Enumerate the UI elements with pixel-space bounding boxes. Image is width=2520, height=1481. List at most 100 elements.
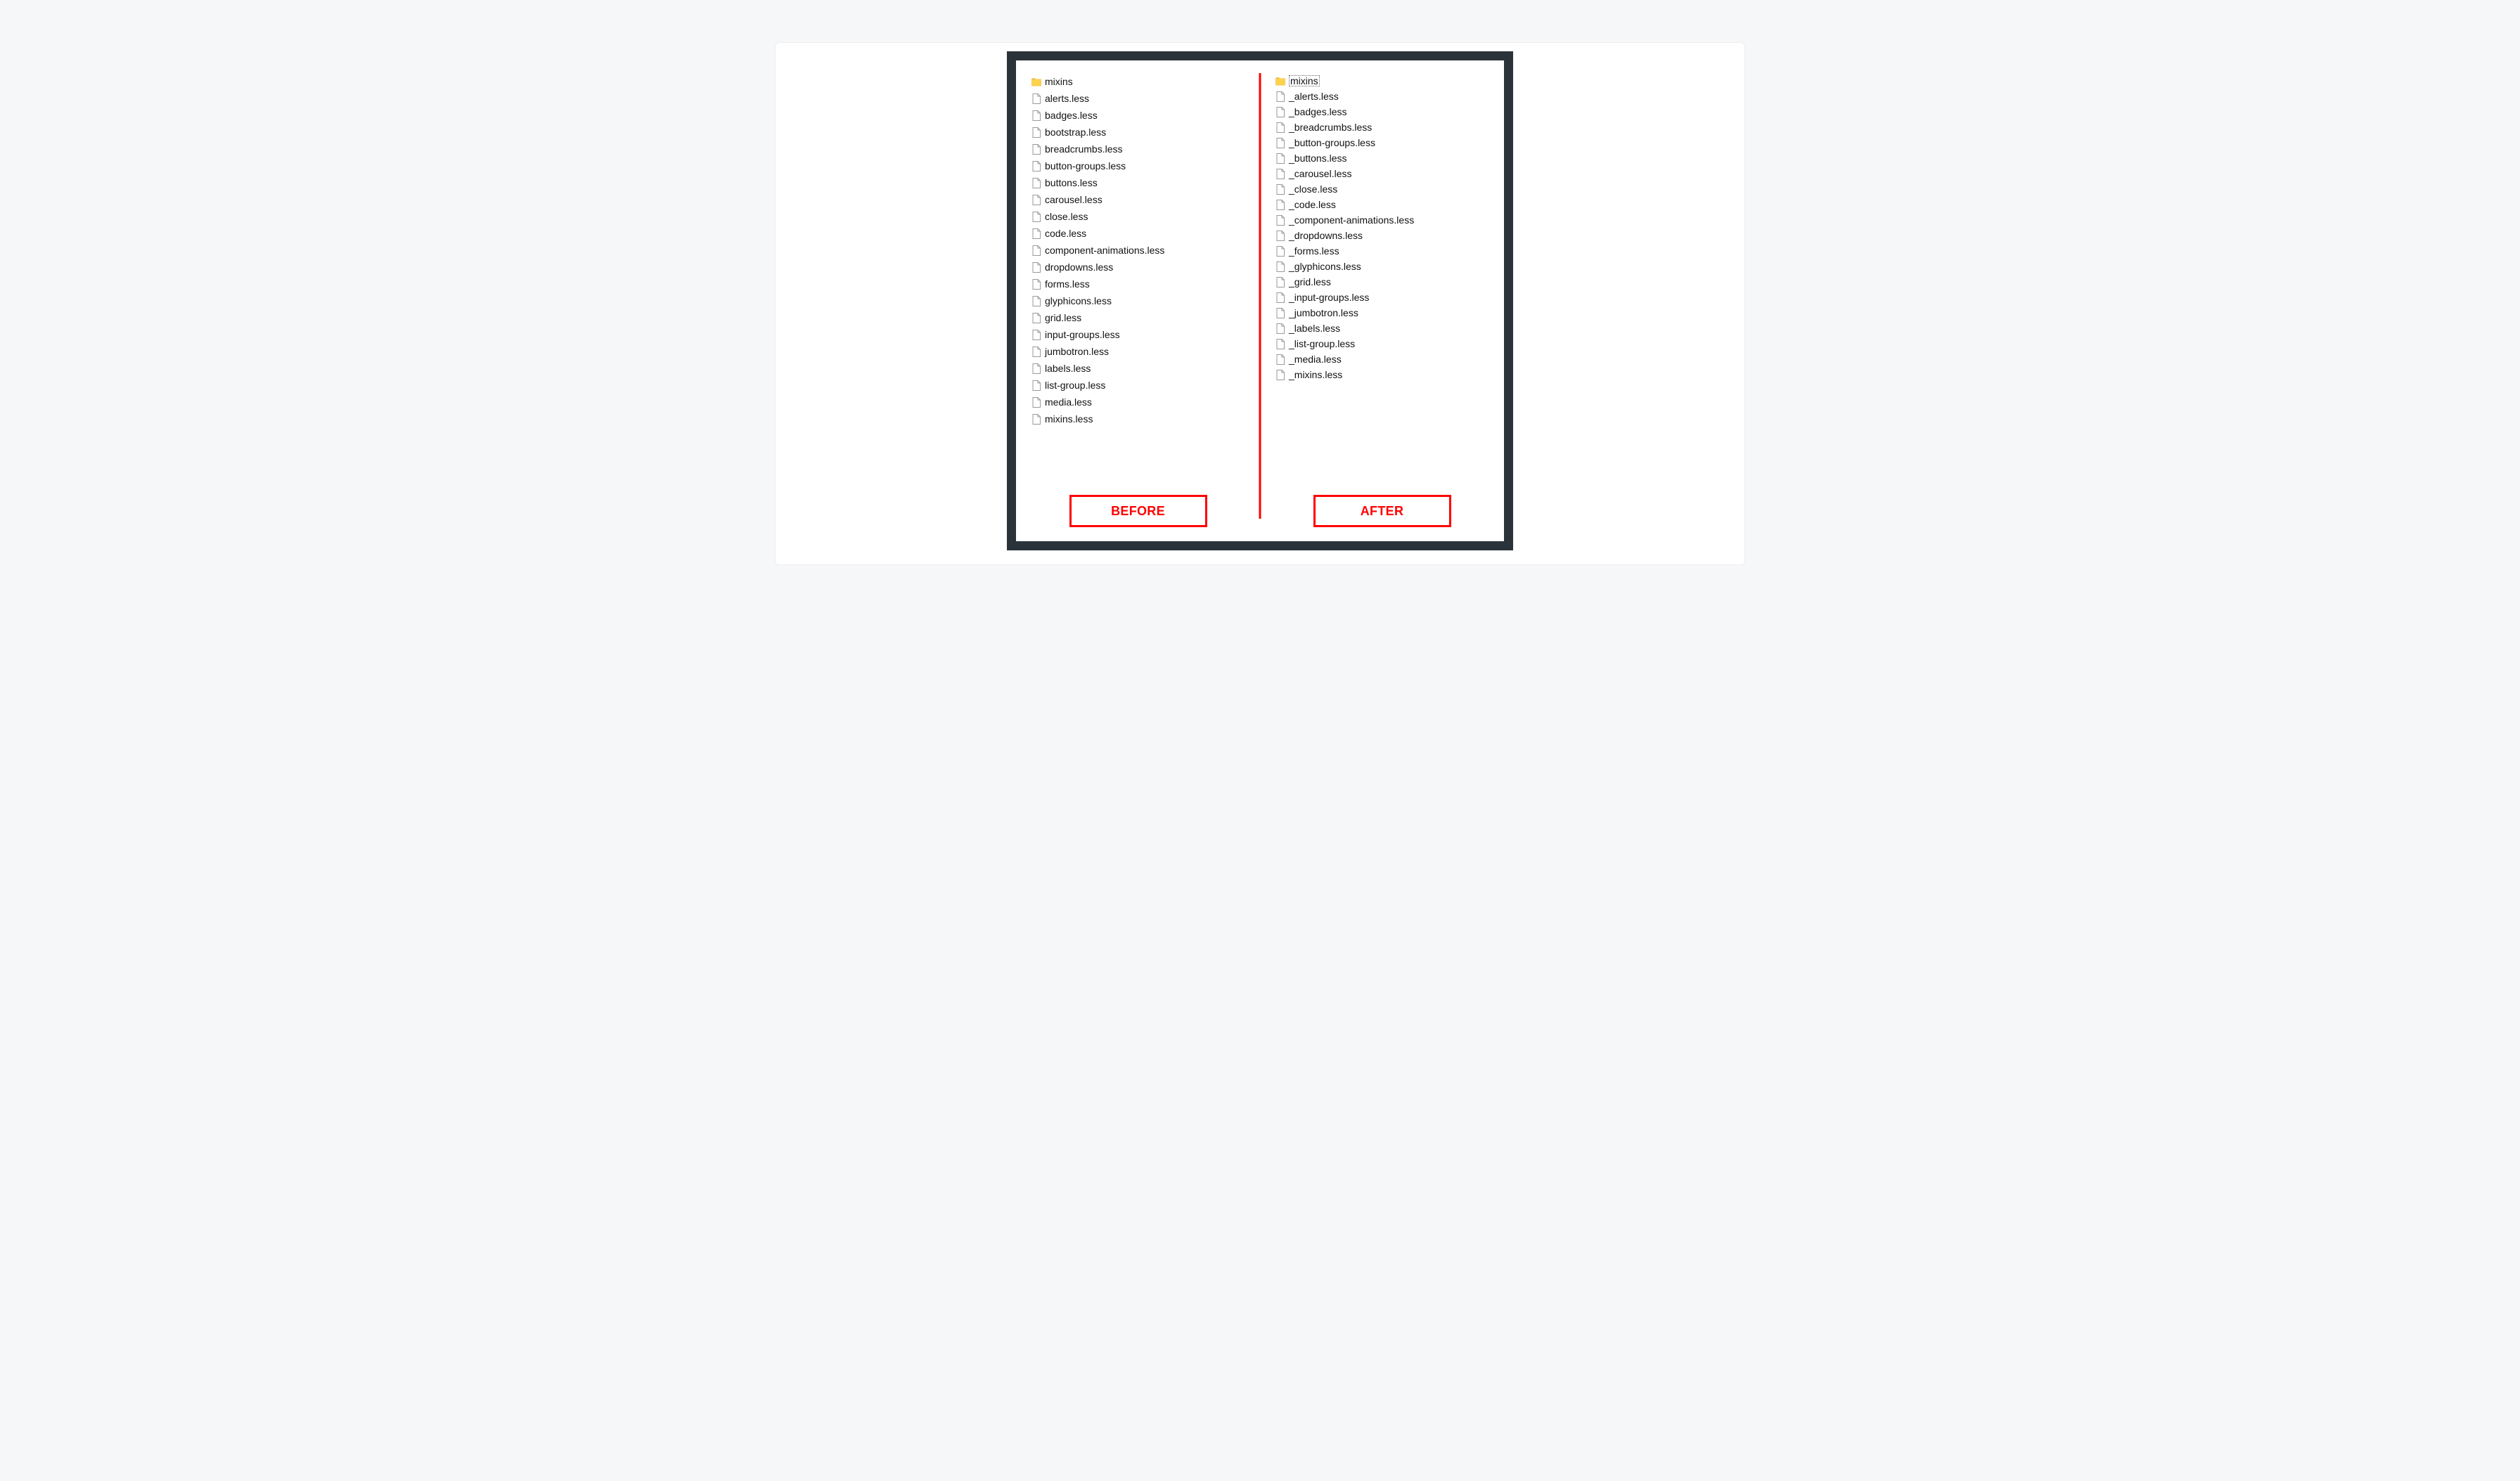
- list-item[interactable]: _input-groups.less: [1275, 290, 1504, 305]
- list-item[interactable]: labels.less: [1031, 360, 1260, 377]
- list-item[interactable]: _breadcrumbs.less: [1275, 119, 1504, 135]
- list-item[interactable]: _alerts.less: [1275, 89, 1504, 104]
- list-item[interactable]: _jumbotron.less: [1275, 305, 1504, 321]
- file-icon: [1031, 261, 1041, 273]
- item-name: badges.less: [1045, 110, 1098, 120]
- file-icon: [1031, 177, 1041, 188]
- list-item[interactable]: _close.less: [1275, 181, 1504, 197]
- before-label-frame: BEFORE: [1069, 495, 1207, 527]
- list-item[interactable]: glyphicons.less: [1031, 292, 1260, 309]
- list-item[interactable]: _code.less: [1275, 197, 1504, 212]
- file-icon: [1275, 122, 1285, 133]
- list-item[interactable]: component-animations.less: [1031, 242, 1260, 259]
- file-icon: [1031, 160, 1041, 172]
- file-icon: [1275, 245, 1285, 257]
- list-item[interactable]: _mixins.less: [1275, 367, 1504, 382]
- list-item[interactable]: mixins: [1275, 73, 1504, 89]
- item-name: labels.less: [1045, 363, 1091, 373]
- list-item[interactable]: list-group.less: [1031, 377, 1260, 394]
- item-name: _jumbotron.less: [1289, 308, 1358, 318]
- item-name: _badges.less: [1289, 107, 1347, 117]
- list-item[interactable]: _labels.less: [1275, 321, 1504, 336]
- item-name: _forms.less: [1289, 246, 1339, 256]
- file-icon: [1031, 329, 1041, 340]
- list-item[interactable]: media.less: [1031, 394, 1260, 410]
- list-item[interactable]: _media.less: [1275, 351, 1504, 367]
- item-name: mixins: [1045, 77, 1073, 86]
- file-icon: [1031, 110, 1041, 121]
- list-item[interactable]: close.less: [1031, 208, 1260, 225]
- list-item[interactable]: _carousel.less: [1275, 166, 1504, 181]
- list-item[interactable]: code.less: [1031, 225, 1260, 242]
- list-item[interactable]: breadcrumbs.less: [1031, 141, 1260, 157]
- after-panel: mixins _alerts.less _badges.less _breadcrum…: [1260, 60, 1504, 541]
- before-file-list: mixins alerts.less badges.less bootstrap.le…: [1016, 73, 1260, 427]
- item-name: alerts.less: [1045, 93, 1089, 103]
- file-icon: [1031, 396, 1041, 408]
- list-item[interactable]: input-groups.less: [1031, 326, 1260, 343]
- list-item[interactable]: dropdowns.less: [1031, 259, 1260, 276]
- item-name: _carousel.less: [1289, 169, 1352, 179]
- list-item[interactable]: mixins: [1031, 73, 1260, 90]
- list-item[interactable]: jumbotron.less: [1031, 343, 1260, 360]
- item-name: forms.less: [1045, 279, 1090, 289]
- list-item[interactable]: buttons.less: [1031, 174, 1260, 191]
- file-icon: [1031, 413, 1041, 425]
- item-name: _buttons.less: [1289, 153, 1347, 163]
- list-item[interactable]: _list-group.less: [1275, 336, 1504, 351]
- list-item[interactable]: _buttons.less: [1275, 150, 1504, 166]
- item-name: mixins.less: [1045, 414, 1093, 424]
- item-name: _alerts.less: [1289, 91, 1339, 101]
- item-name: _media.less: [1289, 354, 1342, 364]
- list-item[interactable]: _dropdowns.less: [1275, 228, 1504, 243]
- item-name: _code.less: [1289, 200, 1336, 209]
- item-name: buttons.less: [1045, 178, 1098, 188]
- file-icon: [1275, 369, 1285, 380]
- item-name: _button-groups.less: [1289, 138, 1375, 148]
- before-label: BEFORE: [1111, 504, 1165, 519]
- list-item[interactable]: forms.less: [1031, 276, 1260, 292]
- file-icon: [1275, 230, 1285, 241]
- item-name: _dropdowns.less: [1289, 231, 1363, 240]
- list-item[interactable]: button-groups.less: [1031, 157, 1260, 174]
- file-icon: [1031, 245, 1041, 256]
- item-name: _mixins.less: [1289, 370, 1342, 380]
- list-item[interactable]: _glyphicons.less: [1275, 259, 1504, 274]
- file-icon: [1031, 143, 1041, 155]
- item-name: input-groups.less: [1045, 330, 1120, 339]
- file-icon: [1031, 127, 1041, 138]
- item-name: breadcrumbs.less: [1045, 144, 1123, 154]
- file-icon: [1275, 168, 1285, 179]
- file-icon: [1275, 183, 1285, 195]
- after-label-box: AFTER: [1260, 495, 1504, 527]
- file-icon: [1031, 194, 1041, 205]
- file-icon: [1031, 312, 1041, 323]
- file-icon: [1031, 228, 1041, 239]
- file-icon: [1275, 338, 1285, 349]
- item-name: _labels.less: [1289, 323, 1340, 333]
- list-item[interactable]: _forms.less: [1275, 243, 1504, 259]
- list-item[interactable]: _badges.less: [1275, 104, 1504, 119]
- file-icon: [1275, 292, 1285, 303]
- folder-icon: [1031, 76, 1041, 87]
- list-item[interactable]: mixins.less: [1031, 410, 1260, 427]
- item-name: _breadcrumbs.less: [1289, 122, 1372, 132]
- list-item[interactable]: alerts.less: [1031, 90, 1260, 107]
- list-item[interactable]: badges.less: [1031, 107, 1260, 124]
- file-icon: [1031, 380, 1041, 391]
- before-label-box: BEFORE: [1016, 495, 1260, 527]
- vertical-divider: [1259, 73, 1261, 519]
- file-icon: [1275, 153, 1285, 164]
- list-item[interactable]: _button-groups.less: [1275, 135, 1504, 150]
- file-icon: [1275, 91, 1285, 102]
- item-name: carousel.less: [1045, 195, 1102, 205]
- list-item[interactable]: _component-animations.less: [1275, 212, 1504, 228]
- list-item[interactable]: bootstrap.less: [1031, 124, 1260, 141]
- item-name: mixins: [1289, 75, 1320, 86]
- file-icon: [1275, 323, 1285, 334]
- list-item[interactable]: grid.less: [1031, 309, 1260, 326]
- list-item[interactable]: _grid.less: [1275, 274, 1504, 290]
- item-name: jumbotron.less: [1045, 347, 1109, 356]
- file-icon: [1275, 199, 1285, 210]
- list-item[interactable]: carousel.less: [1031, 191, 1260, 208]
